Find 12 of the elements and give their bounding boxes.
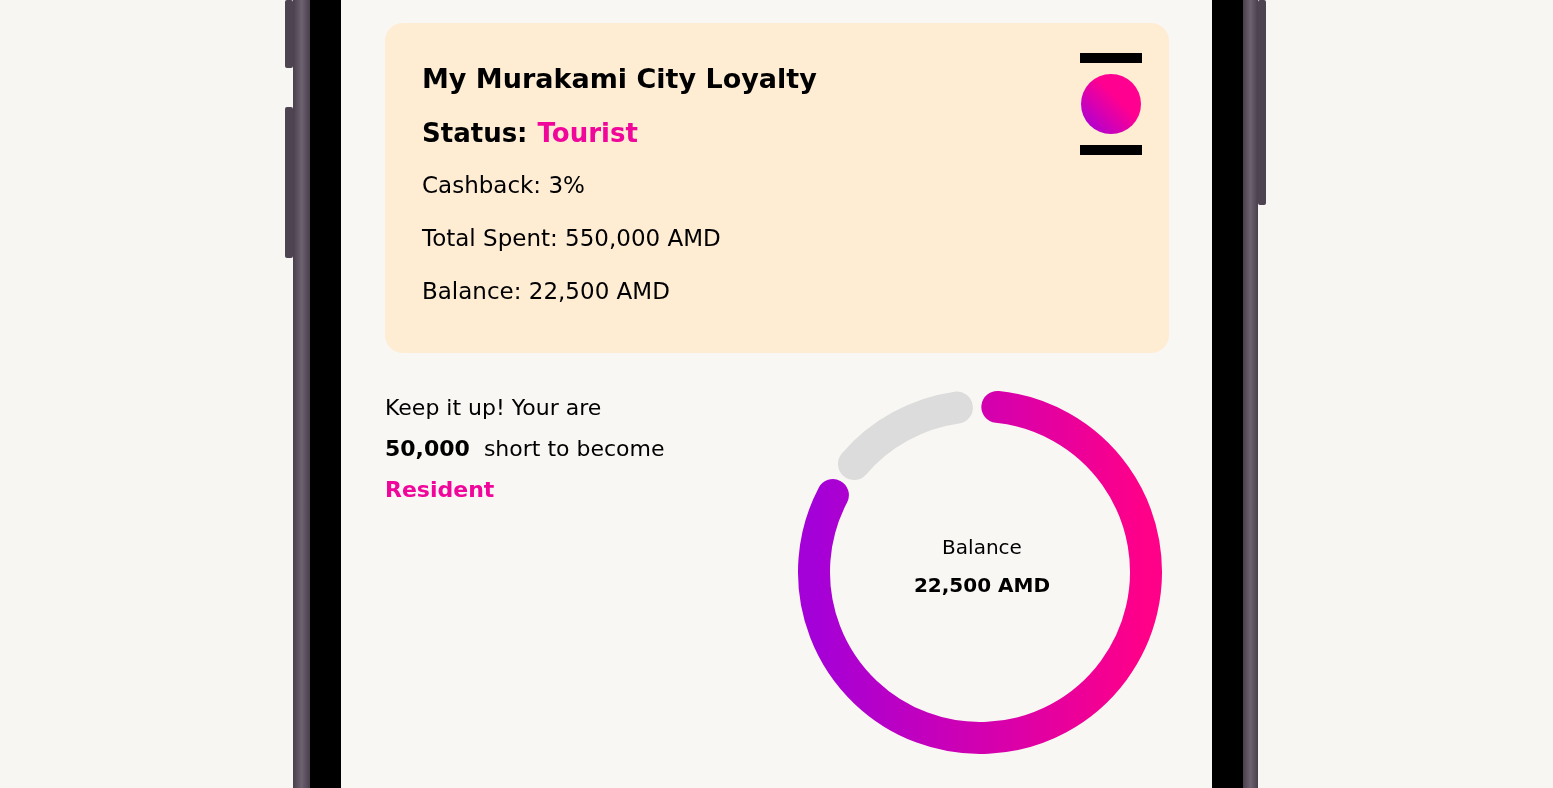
progress-message: 50,000 short to become <box>385 435 665 463</box>
card-title: My Murakami City Loyalty <box>422 63 817 94</box>
card-info-text: Total Spent: 550,000 AMD <box>422 225 722 251</box>
card-info-text: Cashback: 3% <box>422 172 586 198</box>
card-info-text: Balance: 22,500 AMD <box>422 278 671 304</box>
next-status: Resident <box>385 476 496 504</box>
balance-value: 22,500 AMD <box>913 573 1051 597</box>
balance-label: Balance <box>942 535 1022 559</box>
logo-icon <box>1080 53 1142 157</box>
status-value: Tourist <box>537 118 638 148</box>
progress-message: Keep it up! Your are <box>385 394 603 422</box>
status-label: Status: <box>422 118 528 148</box>
